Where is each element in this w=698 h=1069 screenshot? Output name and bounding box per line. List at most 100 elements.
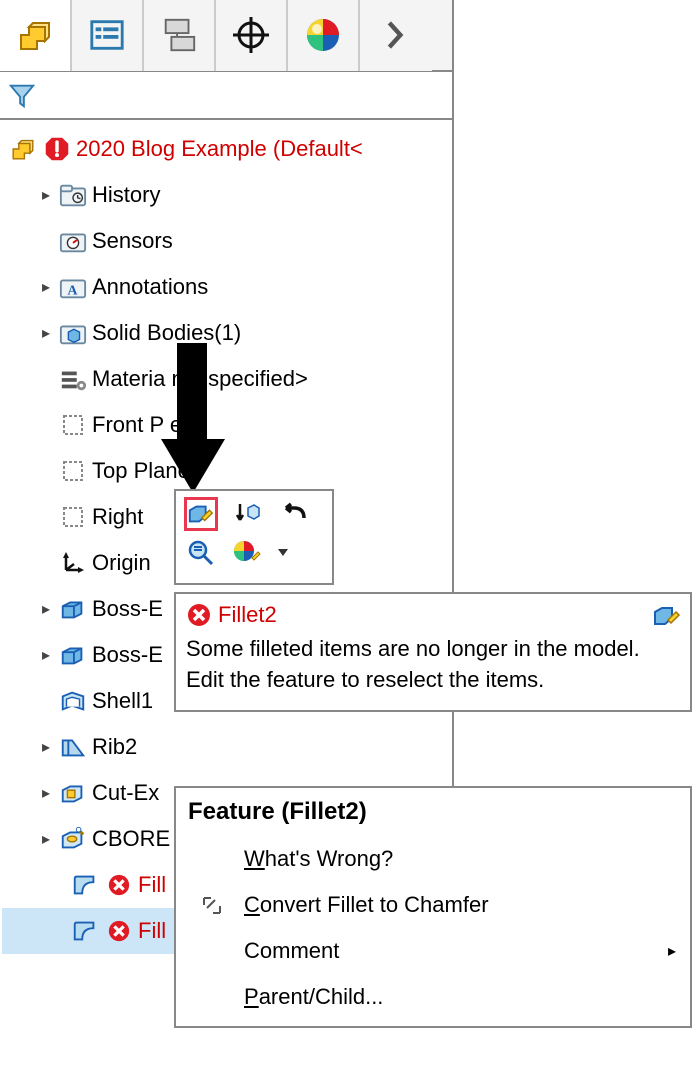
expander-icon[interactable]: ▸ <box>38 783 54 803</box>
label: CBORE <box>92 826 170 852</box>
label: Materia not specified> <box>92 366 308 392</box>
menu-comment[interactable]: Comment ▸ <box>188 928 690 974</box>
fillet-icon <box>70 870 100 900</box>
expander-icon[interactable]: ▸ <box>38 323 54 343</box>
error-stop-icon <box>42 134 72 164</box>
extrude-icon <box>58 640 88 670</box>
label: Solid Bodies(1) <box>92 320 241 346</box>
menu-label: Convert Fillet to Chamfer <box>244 892 489 918</box>
plane-icon <box>58 410 88 440</box>
tree-rib[interactable]: ▸ Rib2 <box>2 724 452 770</box>
appearance-dropdown[interactable] <box>276 535 290 569</box>
panel-tabbar <box>0 0 452 72</box>
material-icon <box>58 364 88 394</box>
error-message: Some filleted items are no longer in the… <box>186 634 680 696</box>
chevron-down-icon <box>277 547 289 557</box>
menu-label: Parent/Child... <box>244 984 383 1010</box>
part-icon <box>8 134 38 164</box>
edit-feature-icon <box>652 602 682 630</box>
submenu-arrow-icon: ▸ <box>668 941 676 961</box>
label: Rib2 <box>92 734 137 760</box>
label: Top Plane <box>92 458 190 484</box>
label: Shell1 <box>92 688 153 714</box>
tree-material[interactable]: Materia not specified> <box>2 356 452 402</box>
tree-annotations[interactable]: ▸ A Annotations <box>2 264 452 310</box>
error-tooltip: Fillet2 Some filleted items are no longe… <box>174 592 692 712</box>
tab-overflow[interactable] <box>360 0 432 71</box>
menu-convert-fillet-chamfer[interactable]: Convert Fillet to Chamfer <box>188 882 690 928</box>
filter-row <box>0 72 452 120</box>
label: Annotations <box>92 274 208 300</box>
expander-icon[interactable]: ▸ <box>38 737 54 757</box>
label: Boss-E <box>92 642 163 668</box>
error-circle-icon <box>186 602 212 628</box>
suppress-button[interactable] <box>230 497 264 531</box>
label: Right <box>92 504 143 530</box>
label: History <box>92 182 160 208</box>
fillet-icon <box>70 916 100 946</box>
label: Boss-E <box>92 596 163 622</box>
context-toolbar <box>174 489 334 585</box>
error-title: Fillet2 <box>218 602 277 628</box>
expander-icon[interactable]: ▸ <box>38 599 54 619</box>
suppress-icon <box>234 500 260 528</box>
appearance-icon <box>232 538 262 566</box>
tree-top-plane[interactable]: Top Plane <box>2 448 452 494</box>
solid-bodies-icon <box>58 318 88 348</box>
error-circle-icon <box>104 870 134 900</box>
tab-dimxpert[interactable] <box>216 0 288 71</box>
menu-whats-wrong[interactable]: What's Wrong? <box>188 836 690 882</box>
expander-icon[interactable]: ▸ <box>38 829 54 849</box>
property-manager-icon <box>88 16 126 54</box>
plane-icon <box>58 502 88 532</box>
tree-root[interactable]: 2020 Blog Example (Default< <box>2 126 452 172</box>
zoom-icon <box>186 538 216 566</box>
menu-parent-child[interactable]: Parent/Child... <box>188 974 690 1020</box>
tree-solid-bodies[interactable]: ▸ Solid Bodies(1) <box>2 310 452 356</box>
label: Origin <box>92 550 151 576</box>
hole-wizard-icon <box>58 824 88 854</box>
edit-feature-shortcut[interactable] <box>652 602 682 630</box>
svg-text:A: A <box>67 283 78 298</box>
edit-feature-button[interactable] <box>184 497 218 531</box>
context-menu-title: Feature (Fillet2) <box>188 798 690 826</box>
rib-icon <box>58 732 88 762</box>
sensors-icon <box>58 226 88 256</box>
tree-history[interactable]: ▸ History <box>2 172 452 218</box>
expander-icon[interactable]: ▸ <box>38 277 54 297</box>
rollback-button[interactable] <box>276 497 310 531</box>
feature-manager-icon <box>15 15 55 55</box>
tab-display-manager[interactable] <box>288 0 360 71</box>
root-label: 2020 Blog Example (Default< <box>76 136 363 162</box>
cut-extrude-icon <box>58 778 88 808</box>
menu-label: What's Wrong? <box>244 846 393 872</box>
error-circle-icon <box>104 916 134 946</box>
expander-icon[interactable]: ▸ <box>38 185 54 205</box>
chevron-right-icon <box>385 18 407 52</box>
zoom-to-selection-button[interactable] <box>184 535 218 569</box>
filter-icon[interactable] <box>8 81 36 109</box>
crosshair-icon <box>231 15 271 55</box>
expander-icon[interactable]: ▸ <box>38 645 54 665</box>
appearance-ball-icon <box>303 15 343 55</box>
label: Fill <box>138 918 166 944</box>
configuration-icon <box>160 16 198 54</box>
tab-configuration-manager[interactable] <box>144 0 216 71</box>
label: Cut-Ex <box>92 780 159 806</box>
label: Sensors <box>92 228 173 254</box>
label: Front P e <box>92 412 182 438</box>
origin-icon <box>58 548 88 578</box>
tree-front-plane[interactable]: Front P e <box>2 402 452 448</box>
edit-feature-icon <box>187 500 215 528</box>
plane-icon <box>58 456 88 486</box>
context-menu: Feature (Fillet2) What's Wrong? Convert … <box>174 786 692 1028</box>
folder-history-icon <box>58 180 88 210</box>
tab-property-manager[interactable] <box>72 0 144 71</box>
label: Fill <box>138 872 166 898</box>
appearance-button[interactable] <box>230 535 264 569</box>
undo-icon <box>278 502 308 526</box>
shell-icon <box>58 686 88 716</box>
tab-feature-manager[interactable] <box>0 0 72 71</box>
tree-sensors[interactable]: Sensors <box>2 218 452 264</box>
annotations-icon: A <box>58 272 88 302</box>
